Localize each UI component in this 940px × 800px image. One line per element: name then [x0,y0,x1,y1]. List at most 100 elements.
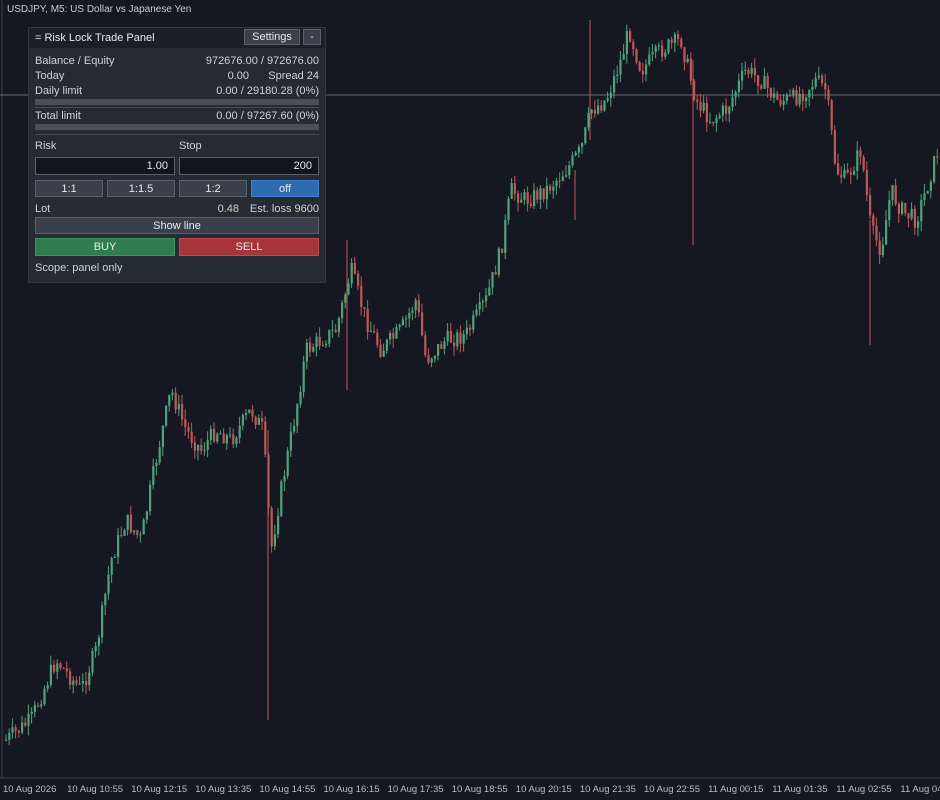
candle-body [341,302,344,319]
candle-body [654,46,657,53]
candle-body [152,466,155,485]
candle-body [929,181,932,191]
candle-body [462,334,465,344]
candle-body [472,315,475,330]
candle-body [613,76,616,93]
candle-body [872,215,875,226]
rr-1-1-5-button[interactable]: 1:1.5 [107,180,175,197]
candle-body [673,34,676,43]
panel-header[interactable]: = Risk Lock Trade Panel Settings - [29,28,325,48]
candle-body [485,295,488,302]
candle-body [344,294,347,303]
candle-body [753,67,756,76]
candle-body [353,263,356,274]
candle-body [936,156,939,158]
candle-body [289,431,292,451]
candle-body [437,344,440,356]
candle-body [142,519,145,535]
lot-label: Lot [35,203,51,215]
time-axis-label: 11 Aug 02:55 [836,784,892,795]
candle-body [401,319,404,325]
candle-body [78,683,81,685]
candle-body [30,711,33,714]
risk-input[interactable]: 1.00 [35,157,175,175]
candle-body [245,413,248,415]
candle-body [181,403,184,420]
candle-body [901,202,904,214]
candle-body [296,404,299,426]
candle-body [225,435,228,444]
candle-body [933,156,936,182]
candle-body [584,127,587,144]
candle-body [667,39,670,53]
rr-off-button[interactable]: off [251,180,319,197]
candle-body [385,339,388,351]
candle-body [257,418,260,425]
total-limit-value: 0.00 / 97267.60 (0%) [216,110,319,122]
candle-body [651,52,654,55]
stop-label: Stop [179,140,202,152]
candle-body [891,185,894,201]
candle-body [427,355,430,363]
show-line-button[interactable]: Show line [35,217,319,234]
rr-1-2-button[interactable]: 1:2 [179,180,247,197]
minimize-button[interactable]: - [303,29,321,45]
candle-body [312,347,315,352]
candle-body [219,433,222,435]
candle-body [635,49,638,63]
candle-body [712,121,715,124]
candle-body [491,272,494,288]
candle-body [177,403,180,410]
candle-body [161,425,164,448]
candle-body [27,713,30,726]
candle-body [97,637,100,646]
candle-body [517,193,520,203]
buy-button[interactable]: BUY [35,238,175,256]
candle-body [837,163,840,175]
candle-body [510,183,513,199]
settings-button[interactable]: Settings [244,29,300,45]
candle-body [913,208,916,228]
stop-input[interactable]: 200 [179,157,319,175]
rr-1-1-button[interactable]: 1:1 [35,180,103,197]
candle-body [520,199,523,203]
candle-body [155,462,158,467]
candle-body [21,722,24,733]
candle-body [529,203,532,207]
candle-body [59,663,62,669]
time-axis-label: 11 Aug 00:15 [708,784,764,795]
candle-body [65,668,68,672]
candle-body [830,100,833,131]
candle-body [545,185,548,200]
total-limit-row: Total limit 0.00 / 97267.60 (0%) [35,110,319,122]
candle-body [904,202,907,213]
spread-value: Spread 24 [268,70,319,82]
candle-body [769,88,772,98]
candle-body [824,83,827,90]
candle-body [536,190,539,200]
risk-label: Risk [35,140,57,152]
candle-body [171,392,174,395]
candle-body [424,335,427,356]
candle-body [747,69,750,74]
candle-body [760,85,763,89]
candle-body [894,185,897,205]
candle-body [321,345,324,347]
candle-body [456,332,459,347]
candle-body [670,39,673,43]
candle-body [744,69,747,71]
candle-body [856,150,859,171]
candle-body [632,42,635,50]
candle-body [603,100,606,111]
candle-body [46,685,49,689]
candle-body [494,272,497,275]
candle-body [638,62,641,71]
candle-body [149,484,152,512]
sell-button[interactable]: SELL [179,238,319,256]
candle-body [251,409,254,417]
candle-body [686,58,689,63]
candle-body [763,75,766,89]
candle-body [69,671,72,685]
candle-body [309,342,312,352]
candle-body [648,54,651,65]
